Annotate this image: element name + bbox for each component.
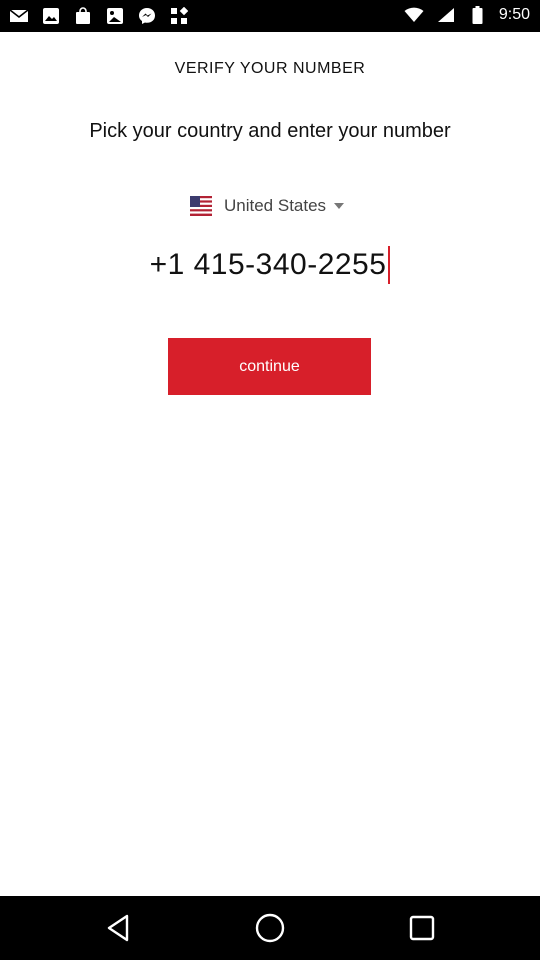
country-name: United States (224, 196, 327, 215)
signal-icon (435, 5, 457, 25)
phone-input-wrap: +1 415-340-2255 (0, 244, 540, 286)
status-bar: 9:50 (0, 0, 540, 32)
wifi-icon (403, 5, 425, 25)
page-subtitle: Pick your country and enter your number (89, 120, 451, 142)
back-icon[interactable] (100, 910, 136, 946)
bag-icon (72, 6, 94, 26)
notification-icons (8, 6, 190, 26)
chevron-down-icon (334, 203, 345, 209)
system-icons: 9:50 (403, 5, 530, 25)
text-cursor (388, 246, 391, 284)
phone-number-input[interactable]: +1 415-340-2255 (150, 248, 387, 282)
battery-icon (467, 5, 489, 25)
home-icon[interactable] (252, 910, 288, 946)
messenger-icon (136, 6, 158, 26)
page-title: VERIFY YOUR NUMBER (174, 60, 366, 77)
clock: 9:50 (498, 6, 530, 23)
image-icon (40, 6, 62, 26)
navigation-bar (0, 896, 540, 960)
grid-icon (168, 6, 190, 26)
country-picker[interactable]: United States (190, 193, 345, 219)
recents-icon[interactable] (404, 910, 440, 946)
continue-button[interactable]: continue (168, 338, 371, 395)
photo-icon (104, 6, 126, 26)
us-flag-icon (190, 196, 212, 216)
mail-icon (8, 6, 30, 26)
